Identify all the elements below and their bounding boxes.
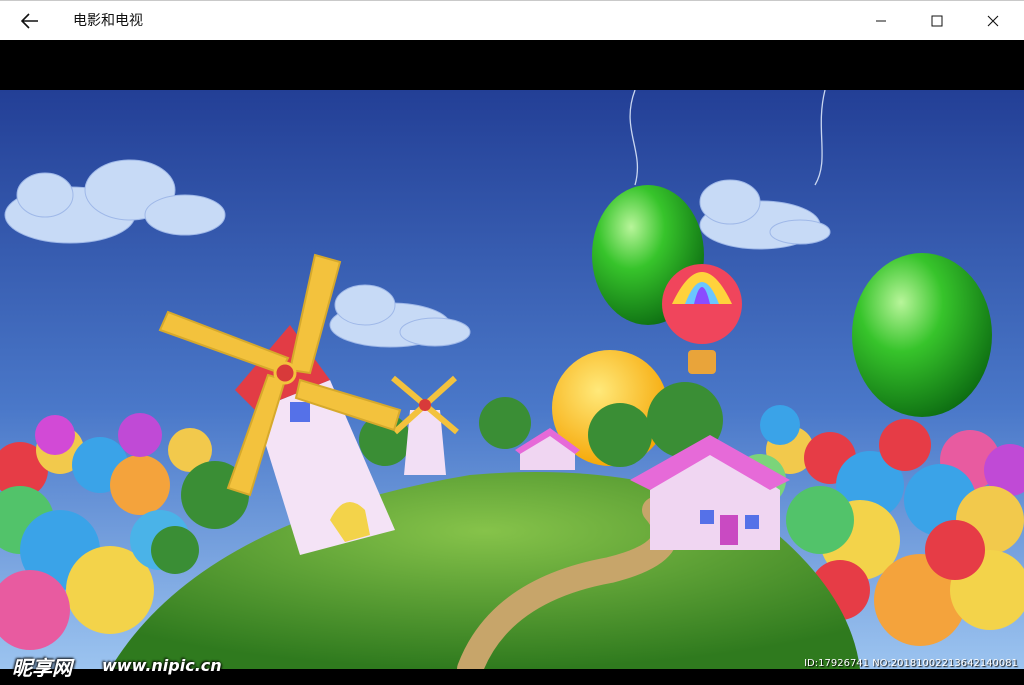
cartoon-scene	[0, 90, 1024, 669]
minimize-button[interactable]	[858, 1, 904, 41]
maximize-icon	[931, 15, 943, 27]
back-arrow-icon	[21, 13, 38, 29]
letterbox-top	[0, 40, 1024, 90]
back-button[interactable]	[12, 5, 48, 37]
green-balloon-right	[852, 253, 992, 417]
maximize-button[interactable]	[914, 1, 960, 41]
close-icon	[987, 15, 999, 27]
watermark-url: www.nipic.cn	[102, 656, 222, 675]
video-frame[interactable]	[0, 90, 1024, 669]
app-title: 电影和电视	[73, 13, 143, 29]
watermark-id: ID:17926741 NO:20181002213642140081	[804, 658, 1018, 669]
minimize-icon	[876, 20, 886, 22]
title-bar: 电影和电视	[0, 0, 1024, 40]
watermark-logo: 昵享网	[12, 656, 72, 680]
close-button[interactable]	[970, 1, 1016, 41]
